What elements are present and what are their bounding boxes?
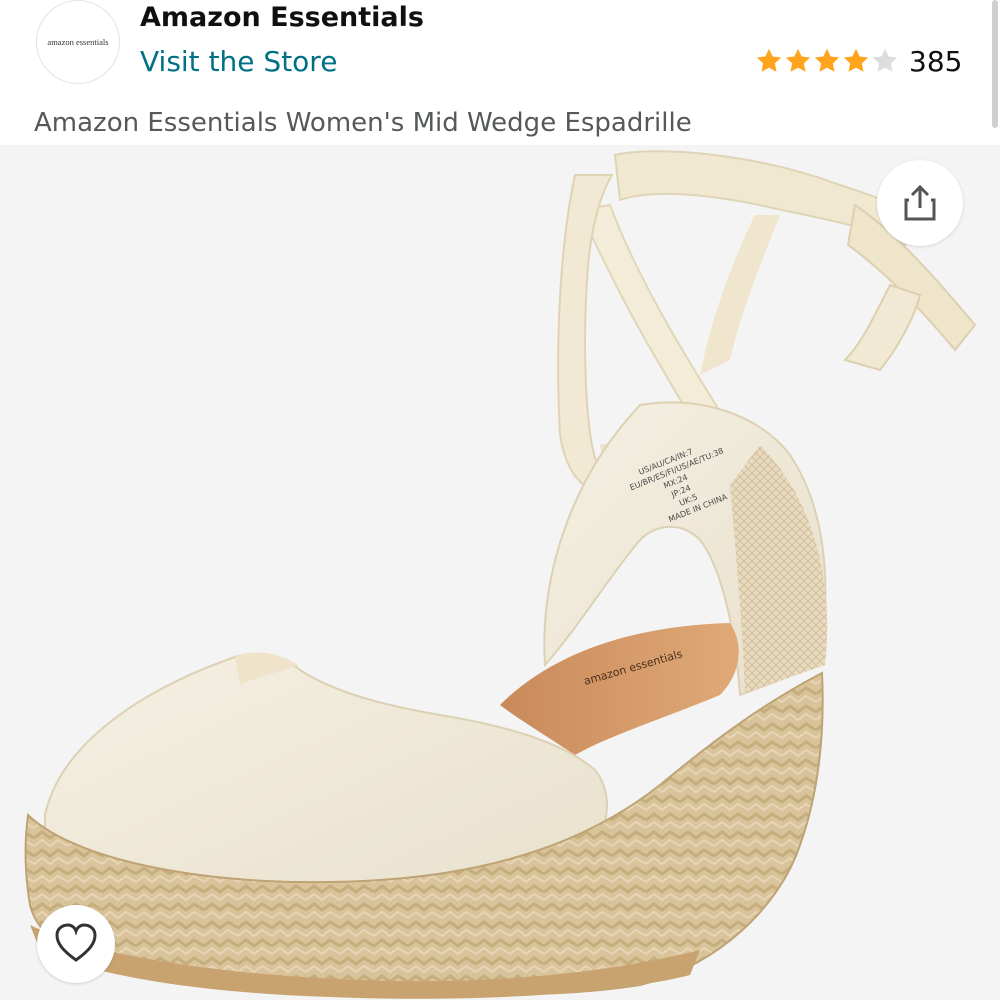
star-icon (756, 48, 782, 72)
star-icon (814, 48, 840, 72)
rating-count: 385 (909, 44, 963, 78)
product-title: Amazon Essentials Women's Mid Wedge Espa… (34, 108, 692, 138)
product-image-area[interactable]: US/AU/CA/IN:7 EU/BR/ES/FI/US/AE/TU:38 MX… (0, 145, 1000, 1000)
star-icon (843, 48, 869, 72)
brand-name[interactable]: Amazon Essentials (140, 2, 424, 33)
brand-logo[interactable]: amazon essentials (36, 0, 120, 84)
rating-summary[interactable]: 385 (754, 43, 962, 79)
brand-logo-text: amazon essentials (47, 37, 109, 47)
product-page: amazon essentials Amazon Essentials Visi… (0, 0, 1000, 1000)
visit-store-link[interactable]: Visit the Store (140, 45, 337, 78)
product-image: US/AU/CA/IN:7 EU/BR/ES/FI/US/AE/TU:38 MX… (24, 150, 977, 999)
star-icon (785, 48, 811, 72)
star-rating (754, 46, 899, 76)
share-button[interactable] (877, 160, 963, 246)
scrollbar[interactable] (992, 0, 998, 128)
heart-icon (55, 923, 97, 962)
wishlist-button[interactable] (37, 905, 115, 983)
share-icon (904, 184, 936, 221)
product-header: amazon essentials Amazon Essentials Visi… (0, 0, 1000, 145)
star-empty-icon (872, 48, 898, 72)
insole (500, 623, 739, 755)
